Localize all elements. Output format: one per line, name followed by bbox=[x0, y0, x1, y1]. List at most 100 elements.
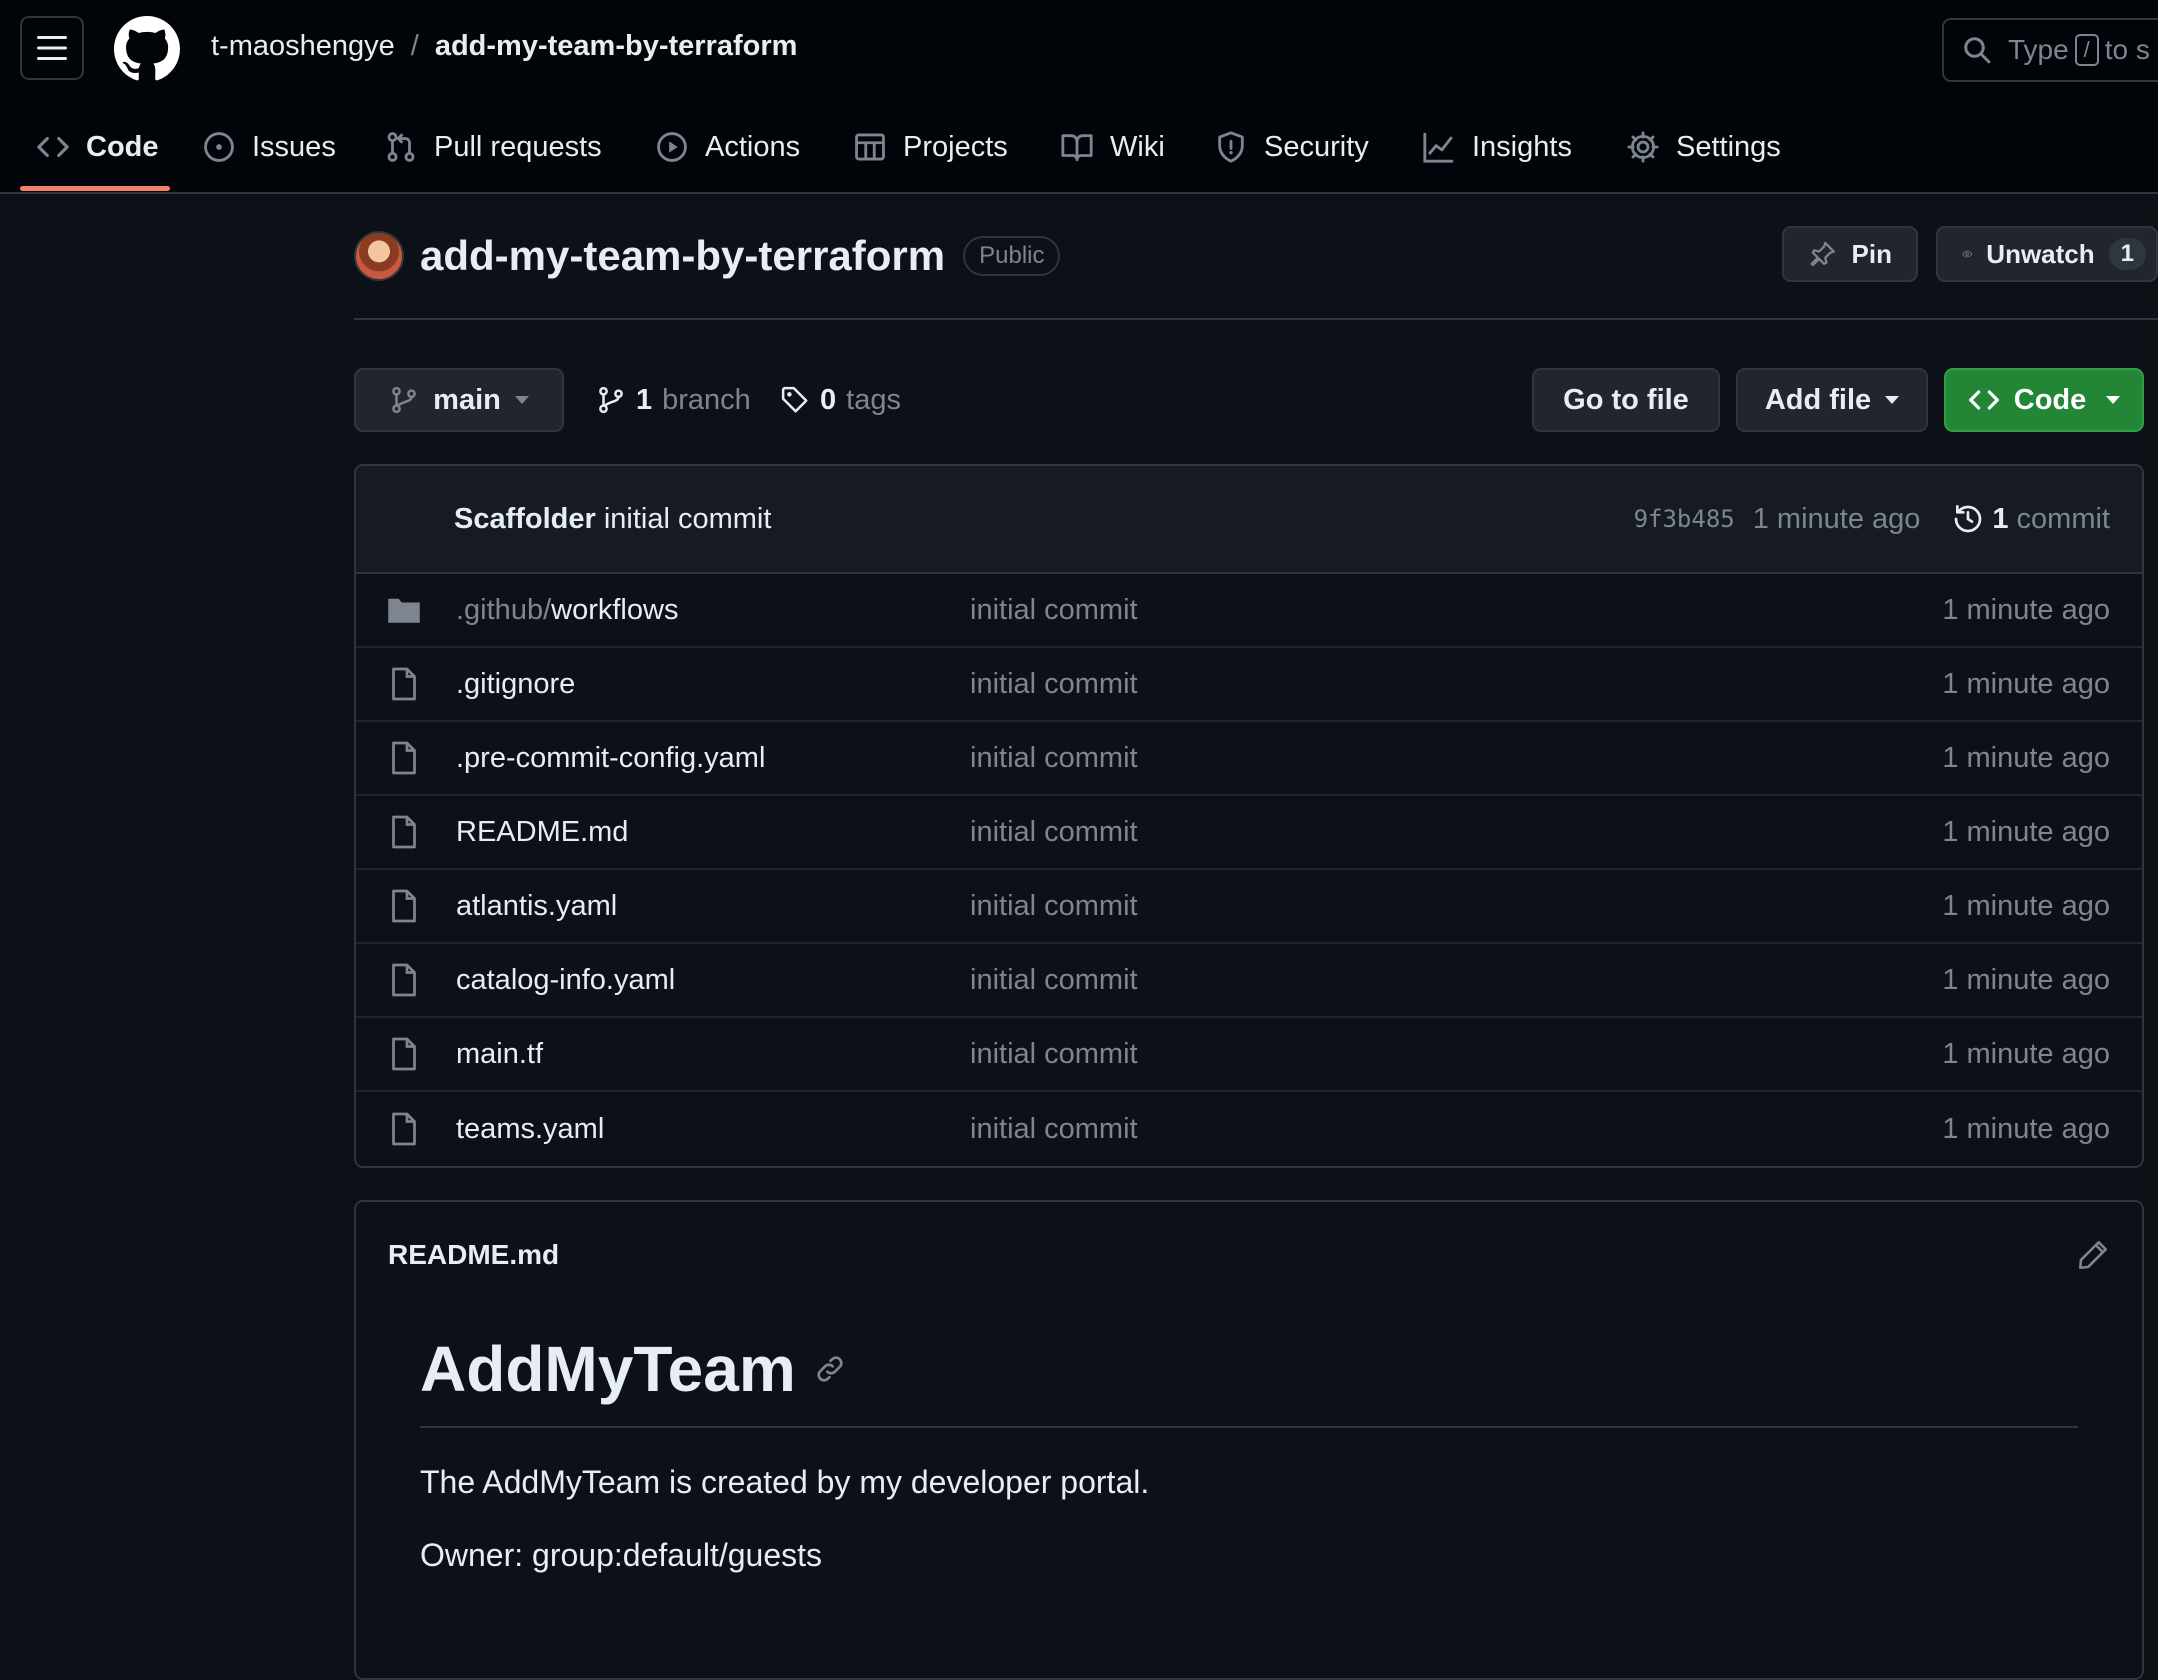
file-icon bbox=[392, 889, 416, 923]
commit-sha[interactable]: 9f3b485 bbox=[1634, 505, 1735, 533]
file-path-prefix: .github/ bbox=[456, 593, 552, 626]
search-placeholder-suffix: to s bbox=[2104, 34, 2150, 65]
file-row[interactable]: .pre-commit-config.yaml initial commit 1 m… bbox=[356, 722, 2142, 796]
avatar[interactable] bbox=[354, 231, 404, 281]
breadcrumb-owner-link[interactable]: t-maoshengye bbox=[211, 30, 395, 63]
file-name-link[interactable]: .gitignore bbox=[456, 668, 970, 701]
file-row[interactable]: atlantis.yaml initial commit 1 minute ago bbox=[356, 870, 2142, 944]
branch-select[interactable]: main bbox=[354, 368, 564, 432]
breadcrumb-repo-link[interactable]: add-my-team-by-terraform bbox=[435, 30, 798, 63]
latest-commit-row: Scaffolder initial commit 9f3b485 1 minu… bbox=[356, 466, 2142, 574]
add-file-label: Add file bbox=[1764, 383, 1872, 416]
code-button[interactable]: Code bbox=[1944, 368, 2144, 432]
tab-code[interactable]: Code bbox=[36, 100, 159, 194]
book-icon bbox=[1061, 134, 1093, 162]
top-bar: t-maoshengye / add-my-team-by-terraform … bbox=[0, 0, 2158, 100]
commit-author[interactable]: Scaffolder bbox=[454, 503, 596, 536]
tab-label: Security bbox=[1264, 130, 1369, 163]
file-icon bbox=[392, 963, 416, 997]
tab-projects[interactable]: Projects bbox=[853, 100, 1008, 194]
table-icon bbox=[855, 133, 885, 161]
unwatch-button[interactable]: Unwatch 1 bbox=[1936, 226, 2158, 282]
file-name-link[interactable]: README.md bbox=[456, 816, 970, 849]
divider bbox=[354, 318, 2158, 320]
file-commit-age: 1 minute ago bbox=[1942, 593, 2110, 626]
file-name-link[interactable]: catalog-info.yaml bbox=[456, 964, 970, 997]
tab-pull-requests[interactable]: Pull requests bbox=[384, 100, 602, 194]
file-icon bbox=[392, 741, 416, 775]
history-icon bbox=[1955, 505, 1982, 533]
file-icon bbox=[392, 1037, 416, 1071]
file-row[interactable]: main.tf initial commit 1 minute ago bbox=[356, 1018, 2142, 1092]
readme-filename[interactable]: README.md bbox=[388, 1239, 559, 1271]
menu-button[interactable] bbox=[20, 16, 84, 80]
file-row[interactable]: README.md initial commit 1 minute ago bbox=[356, 796, 2142, 870]
tab-settings[interactable]: Settings bbox=[1626, 100, 1781, 194]
breadcrumb: t-maoshengye / add-my-team-by-terraform bbox=[211, 30, 797, 63]
file-commit-message[interactable]: initial commit bbox=[970, 668, 1138, 701]
repo-title[interactable]: add-my-team-by-terraform bbox=[420, 232, 945, 280]
file-name-link[interactable]: teams.yaml bbox=[456, 1113, 970, 1146]
file-name: README.md bbox=[456, 815, 629, 848]
tag-word: tags bbox=[846, 383, 901, 416]
file-row[interactable]: .gitignore initial commit 1 minute ago bbox=[356, 648, 2142, 722]
pin-label: Pin bbox=[1851, 238, 1892, 269]
file-commit-message[interactable]: initial commit bbox=[970, 594, 1138, 627]
tab-actions[interactable]: Actions bbox=[655, 100, 800, 194]
file-commit-message[interactable]: initial commit bbox=[970, 816, 1138, 849]
file-commit-age: 1 minute ago bbox=[1942, 667, 2110, 700]
pull-request-icon bbox=[387, 132, 415, 162]
file-commit-message[interactable]: initial commit bbox=[970, 742, 1138, 775]
add-file-button[interactable]: Add file bbox=[1736, 368, 1928, 432]
tab-wiki[interactable]: Wiki bbox=[1060, 100, 1165, 194]
file-icon bbox=[392, 1112, 416, 1146]
go-to-file-label: Go to file bbox=[1563, 383, 1689, 416]
commit-meta: 9f3b485 1 minute ago 1 commit bbox=[1634, 503, 2110, 536]
tab-issues[interactable]: Issues bbox=[202, 100, 336, 194]
file-commit-message[interactable]: initial commit bbox=[970, 1113, 1138, 1146]
file-name-link[interactable]: atlantis.yaml bbox=[456, 890, 970, 923]
commit-word: commit bbox=[2016, 502, 2110, 535]
file-row[interactable]: catalog-info.yaml initial commit 1 minute … bbox=[356, 944, 2142, 1018]
tab-insights[interactable]: Insights bbox=[1422, 100, 1572, 194]
eye-icon bbox=[1962, 250, 1973, 258]
github-logo-icon[interactable] bbox=[114, 16, 180, 82]
tags-link[interactable]: 0 tags bbox=[780, 368, 901, 432]
pencil-icon[interactable] bbox=[2076, 1238, 2110, 1272]
file-name-link[interactable]: .github/workflows bbox=[456, 594, 970, 627]
file-commit-message[interactable]: initial commit bbox=[970, 964, 1138, 997]
graph-icon bbox=[1423, 132, 1454, 163]
search-placeholder-prefix: Type bbox=[2008, 34, 2069, 65]
go-to-file-button[interactable]: Go to file bbox=[1532, 368, 1720, 432]
chevron-down-icon bbox=[514, 396, 529, 404]
branch-word: branch bbox=[662, 383, 751, 416]
file-commit-message[interactable]: initial commit bbox=[970, 890, 1138, 923]
tag-count: 0 bbox=[820, 383, 837, 416]
readme-paragraph: The AddMyTeam is created by my developer… bbox=[420, 1464, 1150, 1500]
file-row[interactable]: teams.yaml initial commit 1 minute ago bbox=[356, 1092, 2142, 1166]
search-input[interactable]: Type / to s bbox=[1942, 18, 2158, 82]
file-commit-age: 1 minute ago bbox=[1942, 1037, 2110, 1070]
branch-icon bbox=[392, 386, 417, 414]
chevron-down-icon bbox=[2106, 396, 2121, 404]
commit-message[interactable]: initial commit bbox=[604, 503, 772, 536]
branches-link[interactable]: 1 branch bbox=[596, 368, 751, 432]
folder-icon bbox=[388, 598, 420, 623]
tab-security[interactable]: Security bbox=[1214, 100, 1369, 194]
file-name-link[interactable]: .pre-commit-config.yaml bbox=[456, 742, 970, 775]
commit-history-link[interactable]: 1 commit bbox=[1952, 503, 2110, 536]
file-name: .pre-commit-config.yaml bbox=[456, 741, 766, 774]
breadcrumb-separator: / bbox=[410, 30, 419, 62]
file-name: workflows bbox=[551, 593, 679, 626]
link-icon[interactable] bbox=[814, 1353, 846, 1385]
pin-button[interactable]: Pin bbox=[1782, 226, 1918, 282]
visibility-badge: Public bbox=[963, 236, 1061, 276]
file-commit-age: 1 minute ago bbox=[1942, 815, 2110, 848]
readme-paragraph: Owner: group:default/guests bbox=[420, 1537, 823, 1573]
tab-label: Code bbox=[86, 130, 159, 163]
file-name-link[interactable]: main.tf bbox=[456, 1038, 970, 1071]
shield-icon bbox=[1218, 131, 1244, 163]
file-row[interactable]: .github/workflows initial commit 1 minute … bbox=[356, 574, 2142, 648]
repo-tabs: Code Issues Pull requests Actions Projec… bbox=[0, 100, 2158, 194]
file-commit-message[interactable]: initial commit bbox=[970, 1038, 1138, 1071]
